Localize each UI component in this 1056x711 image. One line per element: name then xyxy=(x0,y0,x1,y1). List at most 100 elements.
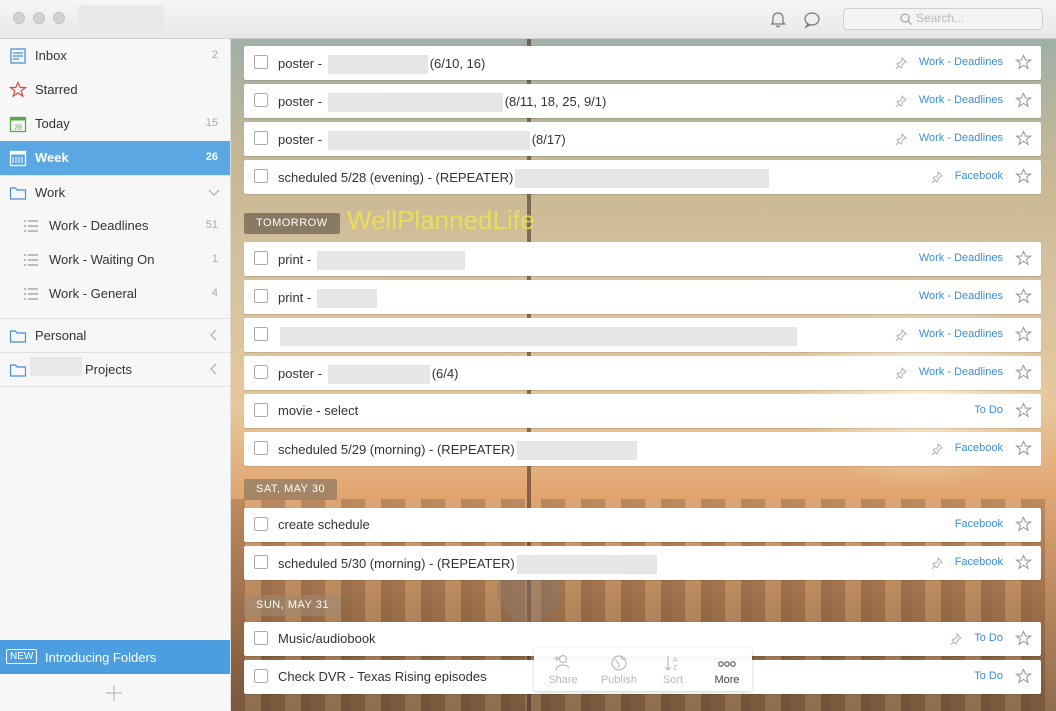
sidebar-item-inbox[interactable]: Inbox 2 xyxy=(0,39,230,73)
task-list-link[interactable]: Work - Deadlines xyxy=(919,252,1003,264)
task-row[interactable]: scheduled 5/30 (morning) - (REPEATER) Fac… xyxy=(244,546,1041,580)
task-row[interactable]: poster - (6/4) Work - Deadlines xyxy=(244,356,1041,390)
star-icon[interactable] xyxy=(1014,554,1033,571)
star-icon[interactable] xyxy=(1014,288,1033,305)
add-list-plus-icon[interactable] xyxy=(104,683,124,703)
star-icon[interactable] xyxy=(1014,668,1033,685)
search-field[interactable] xyxy=(843,8,1043,30)
sort-button[interactable]: AZ Sort xyxy=(646,648,700,691)
sidebar-folder-personal[interactable]: Personal xyxy=(0,318,230,352)
folder-icon xyxy=(9,361,27,379)
sidebar-item-work-waiting-on[interactable]: Work - Waiting On 1 xyxy=(0,243,230,277)
search-input[interactable] xyxy=(916,11,1026,25)
task-list-link[interactable]: Work - Deadlines xyxy=(919,94,1003,106)
task-list-link[interactable]: Work - Deadlines xyxy=(919,290,1003,302)
account-name-redacted[interactable] xyxy=(78,5,164,33)
task-list-link[interactable]: To Do xyxy=(974,670,1003,682)
task-checkbox[interactable] xyxy=(254,169,268,183)
introducing-folders-banner[interactable]: NEW Introducing Folders xyxy=(0,640,230,674)
pin-icon xyxy=(895,132,907,146)
task-title[interactable]: create schedule xyxy=(278,517,370,532)
list-icon xyxy=(23,252,41,270)
sidebar-folder-work[interactable]: Work xyxy=(0,175,230,209)
task-title[interactable]: scheduled 5/28 (evening) - (REPEATER) xyxy=(278,169,771,188)
share-button[interactable]: Share xyxy=(536,648,590,691)
task-row[interactable]: print - Work - Deadlines xyxy=(244,280,1041,314)
sidebar-item-today[interactable]: 28 Today 15 xyxy=(0,107,230,141)
task-list-link[interactable]: Facebook xyxy=(955,170,1003,182)
task-checkbox[interactable] xyxy=(254,251,268,265)
conversations-bubble-icon[interactable] xyxy=(802,10,822,30)
task-row[interactable]: poster - (6/10, 16) Work - Deadlines xyxy=(244,46,1041,80)
task-list-link[interactable]: Facebook xyxy=(955,518,1003,530)
star-icon[interactable] xyxy=(1014,326,1033,343)
task-row[interactable]: poster - (8/11, 18, 25, 9/1) Work - Deadl… xyxy=(244,84,1041,118)
task-checkbox[interactable] xyxy=(254,669,268,683)
star-icon[interactable] xyxy=(1014,630,1033,647)
task-title[interactable]: print - xyxy=(278,289,379,308)
sidebar-item-week[interactable]: Week 26 xyxy=(0,141,230,175)
star-icon[interactable] xyxy=(1014,250,1033,267)
star-icon[interactable] xyxy=(1014,440,1033,457)
star-icon[interactable] xyxy=(1014,92,1033,109)
publish-button[interactable]: Publish xyxy=(592,648,646,691)
task-checkbox[interactable] xyxy=(254,93,268,107)
more-button[interactable]: More xyxy=(700,648,754,691)
task-checkbox[interactable] xyxy=(254,365,268,379)
task-title[interactable]: scheduled 5/30 (morning) - (REPEATER) xyxy=(278,555,659,574)
task-list-link[interactable]: Facebook xyxy=(955,442,1003,454)
task-checkbox[interactable] xyxy=(254,403,268,417)
star-icon[interactable] xyxy=(1014,54,1033,71)
sidebar-item-work-general[interactable]: Work - General 4 xyxy=(0,277,230,311)
task-list-link[interactable]: Work - Deadlines xyxy=(919,328,1003,340)
task-checkbox[interactable] xyxy=(254,517,268,531)
task-title[interactable]: movie - select xyxy=(278,403,358,418)
task-row[interactable]: movie - select To Do xyxy=(244,394,1041,428)
task-title[interactable]: poster - (8/11, 18, 25, 9/1) xyxy=(278,93,606,112)
sidebar-item-starred[interactable]: Starred xyxy=(0,73,230,107)
minimize-window-button[interactable] xyxy=(33,12,45,24)
task-list-link[interactable]: Facebook xyxy=(955,556,1003,568)
task-checkbox[interactable] xyxy=(254,131,268,145)
task-checkbox[interactable] xyxy=(254,327,268,341)
task-title-text: scheduled 5/29 (morning) - (REPEATER) xyxy=(278,441,515,457)
star-icon[interactable] xyxy=(1014,402,1033,419)
task-title[interactable]: scheduled 5/29 (morning) - (REPEATER) xyxy=(278,441,639,460)
zoom-window-button[interactable] xyxy=(53,12,65,24)
task-list-link[interactable]: To Do xyxy=(974,404,1003,416)
task-row[interactable]: Work - Deadlines xyxy=(244,318,1041,352)
sidebar-item-work-deadlines[interactable]: Work - Deadlines 51 xyxy=(0,209,230,243)
task-checkbox[interactable] xyxy=(254,631,268,645)
star-icon[interactable] xyxy=(1014,516,1033,533)
task-checkbox[interactable] xyxy=(254,441,268,455)
task-title[interactable]: Check DVR - Texas Rising episodes xyxy=(278,669,487,684)
task-checkbox[interactable] xyxy=(254,55,268,69)
task-checkbox[interactable] xyxy=(254,289,268,303)
task-title[interactable]: poster - (8/17) xyxy=(278,131,566,150)
task-row[interactable]: create schedule Facebook xyxy=(244,508,1041,542)
star-icon[interactable] xyxy=(1014,364,1033,381)
task-list-link[interactable]: Work - Deadlines xyxy=(919,366,1003,378)
redacted-text xyxy=(516,555,657,574)
task-list-link[interactable]: Work - Deadlines xyxy=(919,56,1003,68)
sidebar-folder-projects[interactable]: Projects xyxy=(0,352,230,386)
star-icon[interactable] xyxy=(1014,130,1033,147)
task-row[interactable]: scheduled 5/28 (evening) - (REPEATER) Fac… xyxy=(244,160,1041,194)
task-title[interactable] xyxy=(278,327,799,346)
task-title[interactable]: print - xyxy=(278,251,467,270)
star-icon[interactable] xyxy=(1014,168,1033,185)
task-row[interactable]: scheduled 5/29 (morning) - (REPEATER) Fac… xyxy=(244,432,1041,466)
notifications-bell-icon[interactable] xyxy=(768,10,788,30)
task-title[interactable]: poster - (6/4) xyxy=(278,365,458,384)
chevron-down-icon[interactable] xyxy=(208,186,220,198)
task-row[interactable]: print - Work - Deadlines xyxy=(244,242,1041,276)
chevron-left-icon[interactable] xyxy=(208,329,220,341)
chevron-left-icon[interactable] xyxy=(208,363,220,375)
task-title[interactable]: poster - (6/10, 16) xyxy=(278,55,485,74)
close-window-button[interactable] xyxy=(13,12,25,24)
task-list-link[interactable]: To Do xyxy=(974,632,1003,644)
task-row[interactable]: poster - (8/17) Work - Deadlines xyxy=(244,122,1041,156)
task-checkbox[interactable] xyxy=(254,555,268,569)
task-title[interactable]: Music/audiobook xyxy=(278,631,376,646)
task-list-link[interactable]: Work - Deadlines xyxy=(919,132,1003,144)
